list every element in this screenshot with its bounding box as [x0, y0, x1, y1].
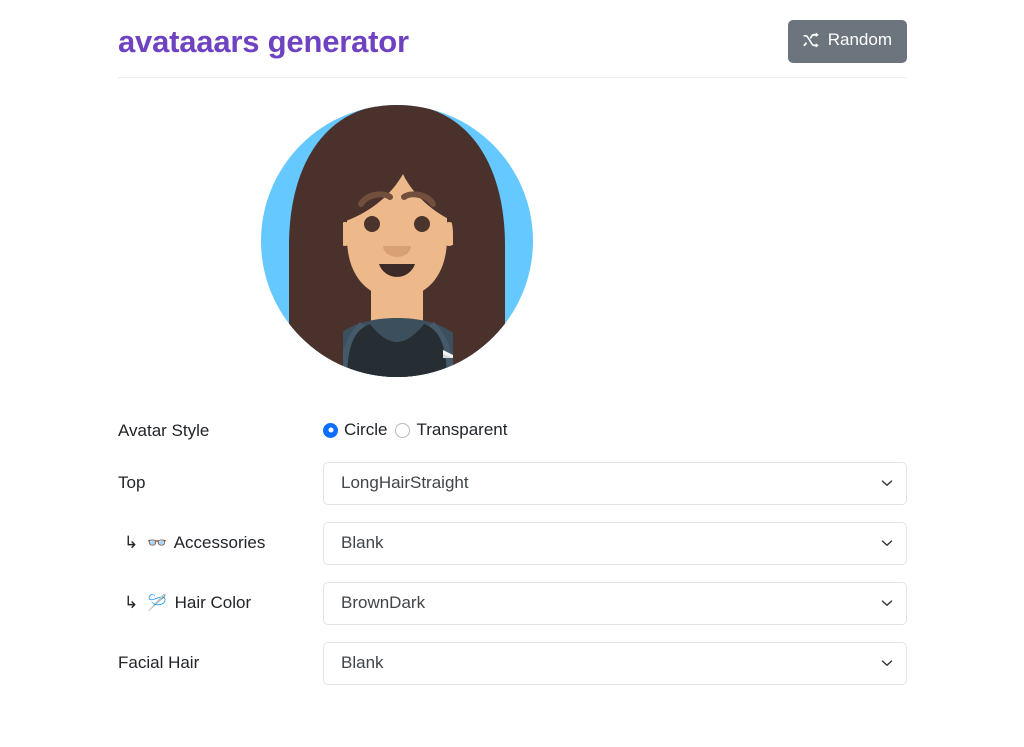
- avatar-preview-area: [118, 78, 907, 408]
- thread-spool-icon: 🪡: [146, 594, 167, 612]
- radio-avatar-style-transparent[interactable]: Transparent: [395, 420, 507, 440]
- sub-arrow-icon: ↳: [124, 532, 139, 552]
- random-button[interactable]: Random: [787, 19, 907, 63]
- avatar-options-form: Avatar Style Circle Transparent Top Long…: [118, 408, 907, 693]
- form-row-accessories: ↳ 👓 Accessories Blank: [118, 513, 907, 573]
- facial-hair-label: Facial Hair: [118, 651, 323, 675]
- top-control: LongHairStraight: [323, 461, 907, 505]
- accessories-label: ↳ 👓 Accessories: [118, 531, 323, 555]
- hair-color-control: BrownDark: [323, 581, 907, 625]
- avatar-style-radio-group: Circle Transparent: [323, 420, 515, 440]
- hair-color-label: ↳ 🪡 Hair Color: [118, 591, 323, 615]
- chevron-down-icon: [881, 597, 893, 609]
- select-top[interactable]: LongHairStraight: [323, 461, 907, 505]
- sub-arrow-icon: ↳: [124, 592, 139, 612]
- avatar-eye-left: [364, 216, 380, 232]
- hair-color-label-text: Hair Color: [174, 592, 252, 612]
- radio-circle-label: Circle: [344, 420, 388, 440]
- select-accessories-value: Blank: [341, 532, 384, 552]
- chevron-down-icon: [881, 477, 893, 489]
- top-label-text: Top: [118, 473, 146, 493]
- top-label: Top: [118, 471, 323, 495]
- radio-circle-mark[interactable]: [323, 422, 338, 438]
- select-hair-color[interactable]: BrownDark: [323, 581, 907, 625]
- page-container: avataaars generator Random Avatar Style …: [118, 0, 907, 693]
- facial-hair-control: Blank: [323, 641, 907, 685]
- random-button-label: Random: [827, 30, 892, 50]
- app-page: avataaars generator Random Avatar Style …: [0, 0, 1024, 747]
- page-header: avataaars generator Random: [118, 0, 907, 72]
- glasses-icon: 👓: [146, 534, 167, 552]
- select-accessories[interactable]: Blank: [323, 521, 907, 565]
- avatar-eye-right: [414, 216, 430, 232]
- page-title: avataaars generator: [118, 23, 409, 59]
- form-row-avatar-style: Avatar Style Circle Transparent: [118, 408, 907, 453]
- select-facial-hair[interactable]: Blank: [323, 641, 907, 685]
- chevron-down-icon: [881, 537, 893, 549]
- accessories-control: Blank: [323, 521, 907, 565]
- select-facial-hair-value: Blank: [341, 652, 384, 672]
- chevron-down-icon: [881, 657, 893, 669]
- select-hair-color-value: BrownDark: [341, 592, 426, 612]
- radio-transparent-label: Transparent: [416, 420, 508, 440]
- radio-transparent-mark[interactable]: [395, 422, 411, 438]
- select-top-value: LongHairStraight: [341, 472, 469, 492]
- form-row-top: Top LongHairStraight: [118, 453, 907, 513]
- accessories-label-text: Accessories: [173, 532, 266, 552]
- radio-avatar-style-circle[interactable]: Circle: [323, 420, 387, 440]
- form-row-facial-hair: Facial Hair Blank: [118, 633, 907, 693]
- facial-hair-label-text: Facial Hair: [118, 653, 200, 673]
- shuffle-icon: [803, 32, 820, 49]
- avatar-style-label: Avatar Style: [118, 420, 210, 440]
- avatar-style-control: Circle Transparent: [323, 420, 907, 440]
- form-row-hair-color: ↳ 🪡 Hair Color BrownDark: [118, 573, 907, 633]
- avatar-illustration: [257, 86, 537, 386]
